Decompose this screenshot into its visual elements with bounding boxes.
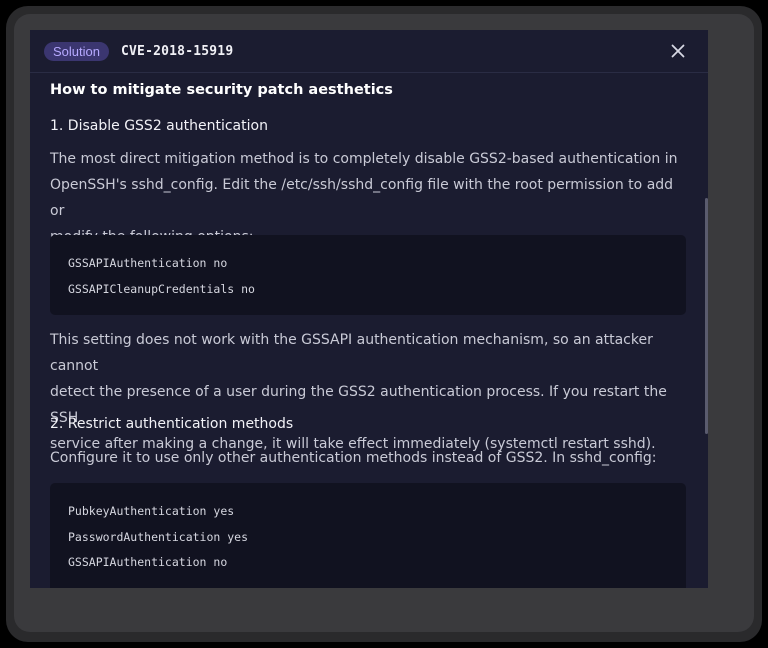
code-block-1[interactable]: GSSAPIAuthentication no GSSAPICleanupCre… xyxy=(50,235,686,315)
section-2-heading: 2. Restrict authentication methods xyxy=(50,416,294,432)
code-line: PasswordAuthentication yes xyxy=(68,529,249,544)
scrollbar-thumb[interactable] xyxy=(705,198,708,434)
text-line: The most direct mitigation method is to … xyxy=(50,151,678,167)
solution-badge: Solution xyxy=(44,41,109,61)
section-1-outro: This setting does not work with the GSSA… xyxy=(50,327,690,457)
text-line: Configure it to use only other authentic… xyxy=(50,450,657,466)
section-1-heading: 1. Disable GSS2 authentication xyxy=(50,118,268,134)
code-line: GSSAPIAuthentication no xyxy=(68,555,228,569)
solution-dialog: Solution CVE-2018-15919 How to mitigate … xyxy=(30,30,708,588)
close-button[interactable] xyxy=(668,41,688,61)
text-line: OpenSSH's sshd_config. Edit the /etc/ssh… xyxy=(50,177,674,219)
close-icon xyxy=(671,44,685,58)
section-2-intro: Configure it to use only other authentic… xyxy=(50,445,690,471)
code-line: GSSAPIAuthentication no xyxy=(68,256,228,270)
code-block-2[interactable]: PubkeyAuthentication yes PasswordAuthent… xyxy=(50,483,686,588)
text-line: This setting does not work with the GSSA… xyxy=(50,332,653,374)
content-title: How to mitigate security patch aesthetic… xyxy=(50,82,393,98)
cve-id-label: CVE-2018-15919 xyxy=(120,43,234,59)
code-line: GSSAPICleanupCredentials no xyxy=(68,281,255,296)
code-line: PubkeyAuthentication yes xyxy=(68,504,235,518)
header-divider xyxy=(30,72,708,73)
dialog-header: Solution CVE-2018-15919 xyxy=(30,30,708,72)
